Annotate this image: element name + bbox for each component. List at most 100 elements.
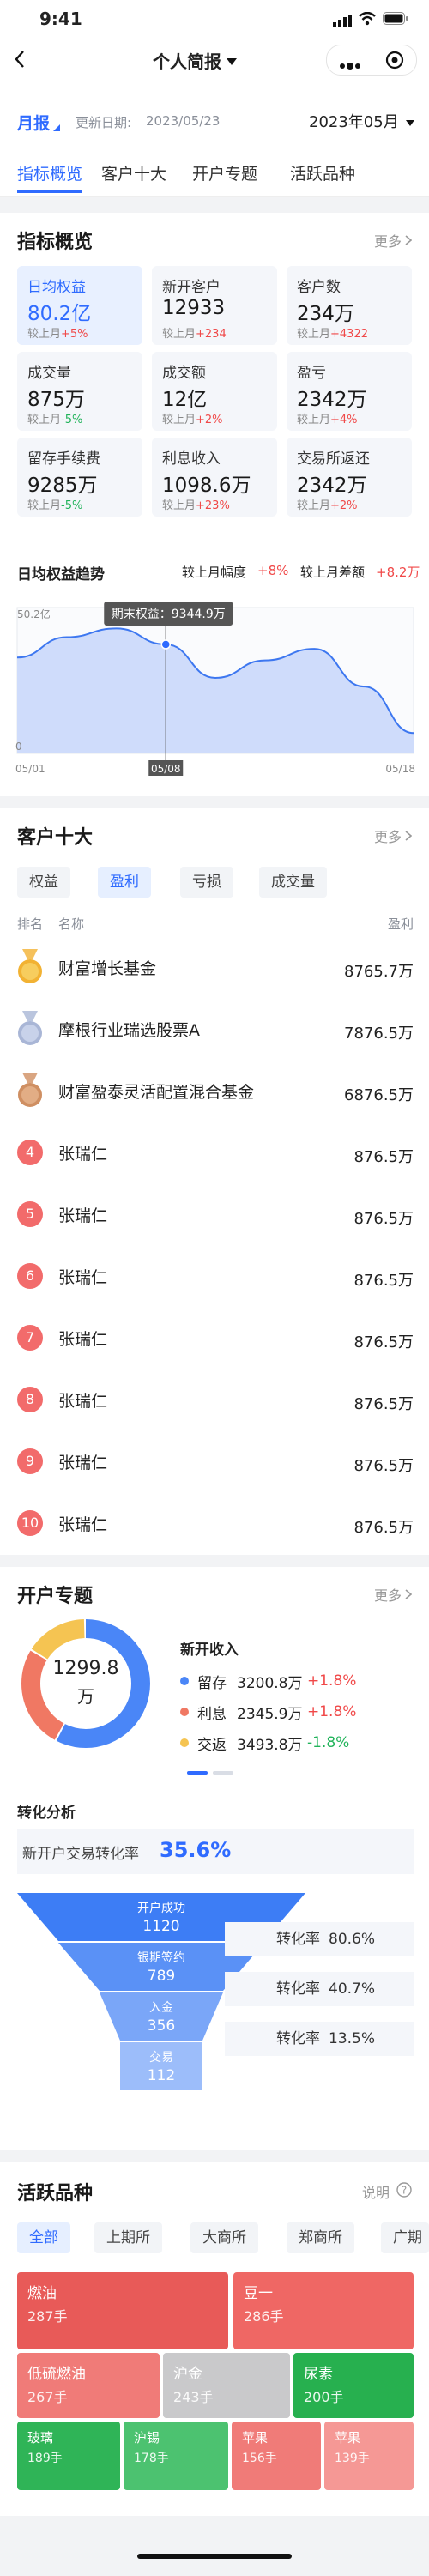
chip-loss[interactable]: 亏损 <box>180 867 233 898</box>
product-name: 燃油 <box>27 2285 57 2302</box>
metric-card[interactable]: 成交量 875万 较上月-5% <box>17 352 142 431</box>
metric-label: 成交量 <box>27 365 71 382</box>
table-row[interactable]: 5 张瑞仁 876.5万 <box>0 1184 429 1246</box>
rate-label: 转化率 <box>276 1980 320 1998</box>
close-circle-icon[interactable] <box>385 51 404 73</box>
month-selector[interactable]: 2023年05月 <box>309 110 414 132</box>
period-selector[interactable]: 月报 <box>17 110 61 135</box>
top10-more-link[interactable]: 更多 <box>374 825 413 846</box>
tab-top10[interactable]: 客户十大 <box>101 161 166 184</box>
month-label: 2023年05月 <box>309 113 399 131</box>
metric-card[interactable]: 盈亏 2342万 较上月+4% <box>287 352 412 431</box>
product-tile[interactable]: 苹果 139手 <box>324 2422 414 2490</box>
metric-card[interactable]: 利息收入 1098.6万 较上月+23% <box>152 438 277 517</box>
back-icon[interactable] <box>14 50 26 72</box>
chip-equity[interactable]: 权益 <box>17 867 70 898</box>
highlight-point[interactable] <box>160 639 171 650</box>
chip-all[interactable]: 全部 <box>17 2222 70 2253</box>
chip-czce[interactable]: 郑商所 <box>287 2222 354 2253</box>
conversion-title: 转化分析 <box>17 1805 76 1822</box>
y-max-tick: 50.2亿 <box>17 608 51 620</box>
conversion-rate-row: 转化率 40.7% <box>225 1972 414 2006</box>
status-time: 9:41 <box>39 9 82 29</box>
product-tile[interactable]: 沪金 243手 <box>163 2353 290 2418</box>
metric-card[interactable]: 新开客户 12933 较上月+234 <box>152 266 277 345</box>
metric-compare-label: 较上月 <box>297 328 331 341</box>
trend-chart[interactable]: 期末权益：9344.9万 50.2亿 0 05/01 05/08 05/18 <box>0 582 429 788</box>
trend-mom-label: 较上月幅度 <box>182 565 247 580</box>
metric-label: 交易所返还 <box>297 450 370 468</box>
chip-volume[interactable]: 成交量 <box>259 867 327 898</box>
overview-more-link[interactable]: 更多 <box>374 230 413 251</box>
table-row[interactable]: 9 张瑞仁 876.5万 <box>0 1431 429 1493</box>
legend-value: 3200.8万 <box>237 1674 303 1692</box>
product-volume: 156手 <box>242 2452 277 2465</box>
page-title: 个人简报 <box>153 51 221 72</box>
metric-card[interactable]: 日均权益 80.2亿 较上月+5% <box>17 266 142 345</box>
row-value: 876.5万 <box>353 1333 414 1351</box>
caret-down-icon <box>405 113 414 130</box>
tab-overview[interactable]: 指标概览 <box>17 161 82 184</box>
chip-shfe[interactable]: 上期所 <box>94 2222 162 2253</box>
metric-compare-value: +2% <box>330 499 358 512</box>
metric-card[interactable]: 留存手续费 9285万 较上月-5% <box>17 438 142 517</box>
metric-label: 盈亏 <box>297 365 326 382</box>
table-row[interactable]: 10 张瑞仁 876.5万 <box>0 1493 429 1555</box>
row-value: 7876.5万 <box>344 1025 414 1043</box>
wifi-icon <box>359 11 376 29</box>
metric-compare: 较上月+234 <box>162 324 227 341</box>
tab-active-products[interactable]: 活跃品种 <box>290 161 355 184</box>
product-volume: 139手 <box>335 2452 370 2465</box>
table-row[interactable]: 7 张瑞仁 876.5万 <box>0 1308 429 1370</box>
product-tile[interactable]: 燃油 287手 <box>17 2272 228 2349</box>
metric-compare-value: +2% <box>196 414 223 426</box>
row-name: 张瑞仁 <box>58 1515 108 1534</box>
table-row[interactable]: 4 张瑞仁 876.5万 <box>0 1122 429 1184</box>
table-row[interactable]: 摩根行业瑞选股票A 7876.5万 <box>0 999 429 1061</box>
more-dots-icon[interactable] <box>339 57 361 73</box>
chevron-right-icon <box>405 828 413 844</box>
active-card: 活跃品种 说明 ? 全部 上期所 大商所 郑商所 广期 燃油 287手 豆一 286手… <box>0 2162 429 2516</box>
metric-card[interactable]: 成交额 12亿 较上月+2% <box>152 352 277 431</box>
metric-label: 日均权益 <box>27 279 86 296</box>
product-volume: 287手 <box>27 2308 68 2325</box>
funnel-stage-value: 356 <box>148 2017 175 2035</box>
pager-dot[interactable] <box>213 1771 233 1775</box>
tab-open[interactable]: 开户专题 <box>192 161 257 184</box>
legend-title: 新开收入 <box>180 1642 239 1659</box>
caret-down-icon <box>227 52 237 69</box>
row-value: 6876.5万 <box>344 1086 414 1104</box>
product-tile[interactable]: 尿素 200手 <box>293 2353 414 2418</box>
table-row[interactable]: 财富盈泰灵活配置混合基金 6876.5万 <box>0 1061 429 1122</box>
open-more-link[interactable]: 更多 <box>374 1584 413 1605</box>
help-link[interactable]: 说明 ? <box>362 2181 412 2202</box>
metric-compare-label: 较上月 <box>162 499 196 512</box>
product-tile[interactable]: 玻璃 189手 <box>17 2422 120 2490</box>
table-row[interactable]: 财富增长基金 8765.7万 <box>0 937 429 999</box>
row-value: 876.5万 <box>353 1148 414 1166</box>
nav-title-dropdown[interactable]: 个人简报 <box>153 48 237 73</box>
table-row[interactable]: 6 张瑞仁 876.5万 <box>0 1246 429 1308</box>
metric-card[interactable]: 交易所返还 2342万 较上月+2% <box>287 438 412 517</box>
product-tile[interactable]: 低硫燃油 267手 <box>17 2353 160 2418</box>
filter-bar: 月报 更新日期: 2023/05/23 2023年05月 <box>0 106 429 141</box>
product-tile[interactable]: 沪锡 178手 <box>124 2422 228 2490</box>
metric-compare-label: 较上月 <box>297 414 331 426</box>
capsule-menu[interactable] <box>326 45 417 76</box>
funnel-stage-label: 入金 <box>149 2001 173 2015</box>
metric-compare: 较上月+2% <box>297 496 358 512</box>
row-name: 财富增长基金 <box>58 959 157 978</box>
product-tile[interactable]: 苹果 156手 <box>232 2422 321 2490</box>
metric-compare: 较上月-5% <box>27 496 82 512</box>
metric-card[interactable]: 客户数 234万 较上月+4322 <box>287 266 412 345</box>
corner-caret-icon <box>53 118 61 135</box>
row-value: 876.5万 <box>353 1519 414 1537</box>
pager-dot-active[interactable] <box>187 1771 208 1775</box>
chip-gfex[interactable]: 广期 <box>381 2222 429 2253</box>
product-tile[interactable]: 豆一 286手 <box>233 2272 414 2349</box>
chip-dce[interactable]: 大商所 <box>190 2222 258 2253</box>
table-row[interactable]: 8 张瑞仁 876.5万 <box>0 1370 429 1431</box>
chip-profit[interactable]: 盈利 <box>98 867 151 898</box>
product-name: 苹果 <box>242 2430 269 2446</box>
metric-compare-label: 较上月 <box>297 499 331 512</box>
